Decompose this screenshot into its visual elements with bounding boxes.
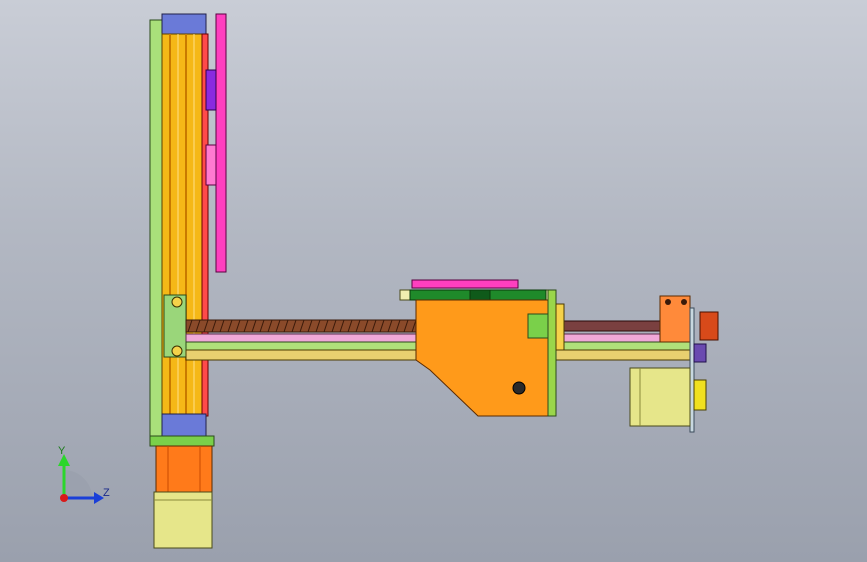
x-axis-dot [60, 494, 68, 502]
end-coupler [699, 311, 719, 341]
end-plate [689, 307, 695, 433]
screw-hole-icon [512, 381, 526, 395]
bolt-icon [665, 299, 671, 305]
vertical-axis-assembly [149, 13, 227, 549]
vertical-magenta-plate [215, 13, 227, 273]
carriage-side-plate [547, 289, 557, 417]
vertical-blue-block [205, 69, 217, 111]
vertical-pink-block [205, 144, 217, 186]
z-axis-label: Z [103, 487, 110, 499]
bolt-icon [681, 299, 687, 305]
motor-mount-plate [149, 435, 215, 447]
xz-gantry-model: Y Z [58, 13, 719, 549]
extrusion-bottom-cap [161, 413, 207, 437]
extrusion-top-cap [161, 13, 207, 35]
carriage-nut-holder [555, 303, 565, 351]
carriage-magenta-strip [411, 279, 519, 289]
orientation-triad[interactable]: Y Z [58, 445, 110, 504]
coupler-housing [155, 445, 213, 493]
end-knob [693, 379, 707, 411]
horizontal-stepper-motor [629, 367, 691, 427]
bearing-icon [171, 296, 183, 308]
y-axis-label: Y [58, 445, 66, 457]
end-collar [693, 343, 707, 363]
vertical-rail-outer [149, 19, 163, 441]
bearing-icon [171, 345, 183, 357]
horizontal-axis-assembly [185, 279, 719, 433]
cad-viewport[interactable]: Y Z [0, 0, 867, 562]
lead-screw-nut [527, 313, 549, 339]
